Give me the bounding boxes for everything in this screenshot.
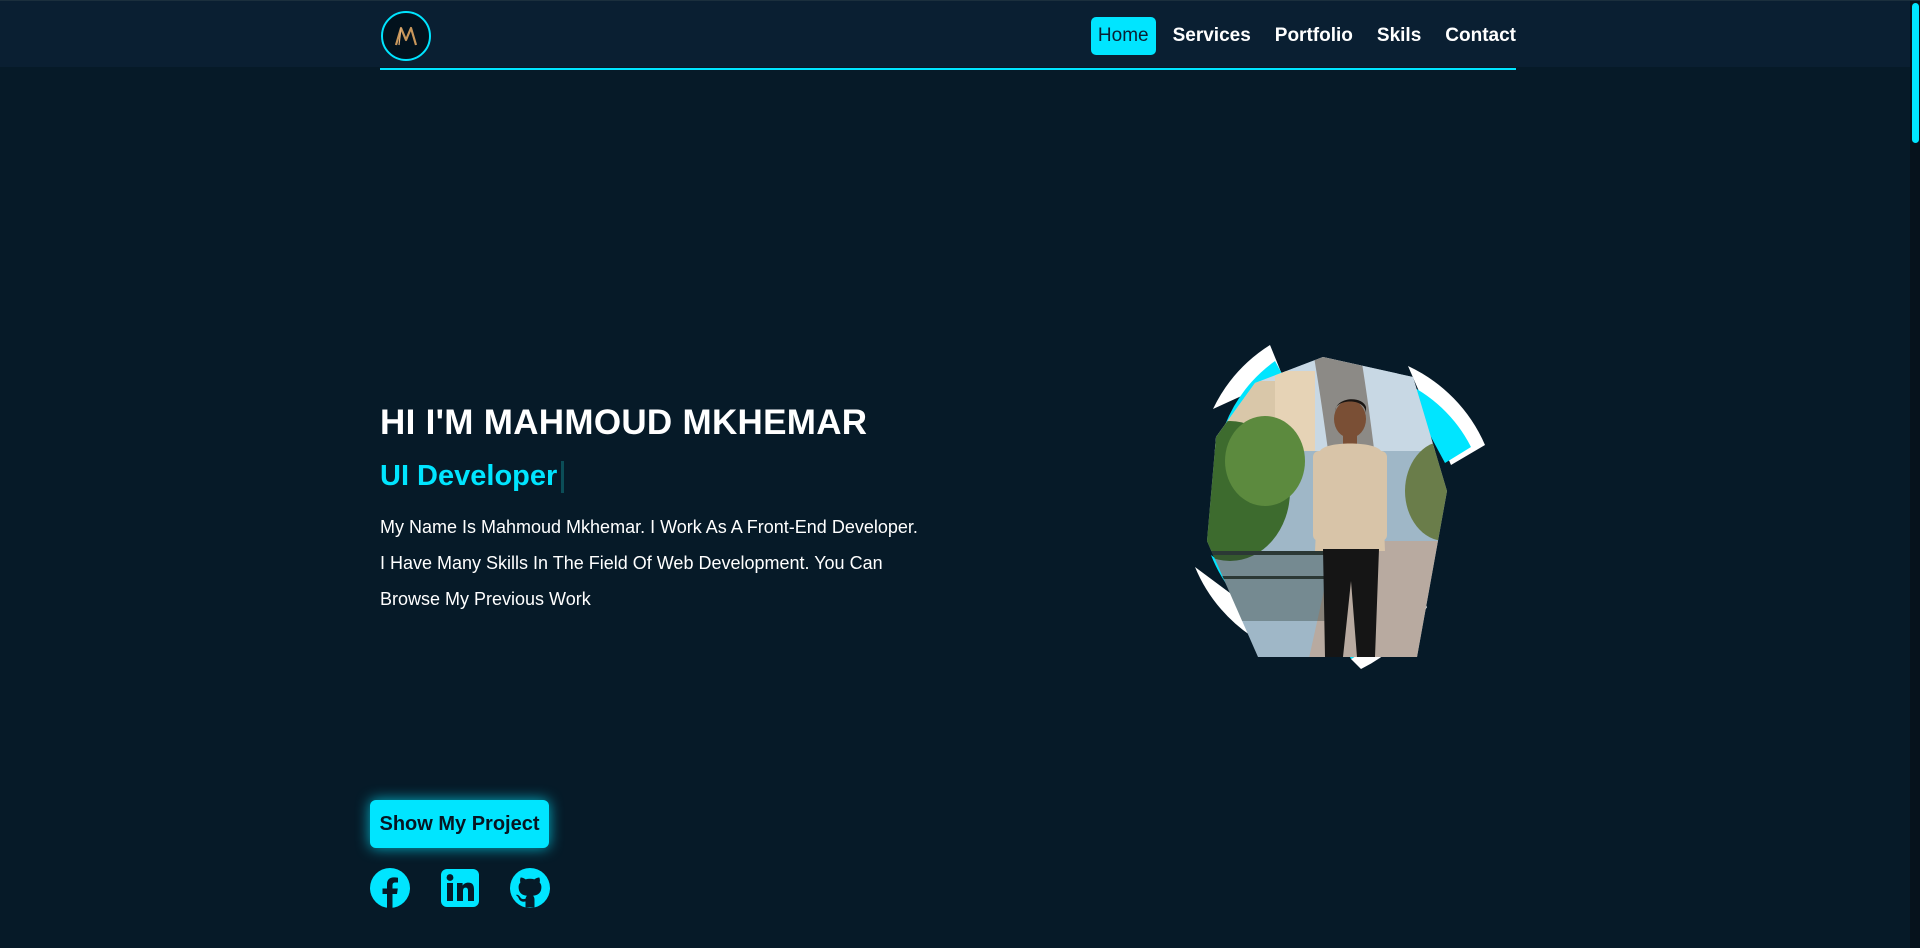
nav-portfolio[interactable]: Portfolio (1268, 17, 1360, 55)
hero-title: HI I'M MAHMOUD MKHEMAR (380, 403, 868, 442)
nav-skills[interactable]: Skils (1370, 17, 1428, 55)
show-project-button[interactable]: Show My Project (370, 800, 549, 848)
github-link[interactable] (509, 867, 551, 909)
hero-description: My Name Is Mahmoud Mkhemar. I Work As A … (380, 517, 918, 609)
profile-portrait (1185, 341, 1515, 676)
logo[interactable] (381, 11, 431, 61)
linkedin-icon (441, 869, 479, 907)
nav-contact[interactable]: Contact (1438, 17, 1523, 55)
github-icon (510, 868, 550, 908)
linkedin-link[interactable] (439, 867, 481, 909)
facebook-link[interactable] (369, 867, 411, 909)
nav-home[interactable]: Home (1090, 17, 1156, 55)
profile-photo-icon (1195, 345, 1485, 669)
header-divider (380, 68, 1516, 70)
nav-services[interactable]: Services (1166, 17, 1258, 55)
scrollbar-thumb[interactable] (1912, 3, 1919, 143)
hero-role-text: UI Developer (380, 460, 558, 492)
page-scrollbar[interactable] (1910, 1, 1920, 948)
site-header: Home Services Portfolio Skils Contact (0, 1, 1910, 67)
typing-caret (561, 460, 565, 493)
m-monogram-icon (394, 26, 418, 46)
social-links (369, 867, 551, 909)
facebook-icon (370, 868, 410, 908)
portfolio-page: Home Services Portfolio Skils Contact HI… (0, 0, 1920, 948)
hero-role: UI Developer (380, 460, 565, 493)
main-nav: Home Services Portfolio Skils Contact (1090, 17, 1523, 55)
